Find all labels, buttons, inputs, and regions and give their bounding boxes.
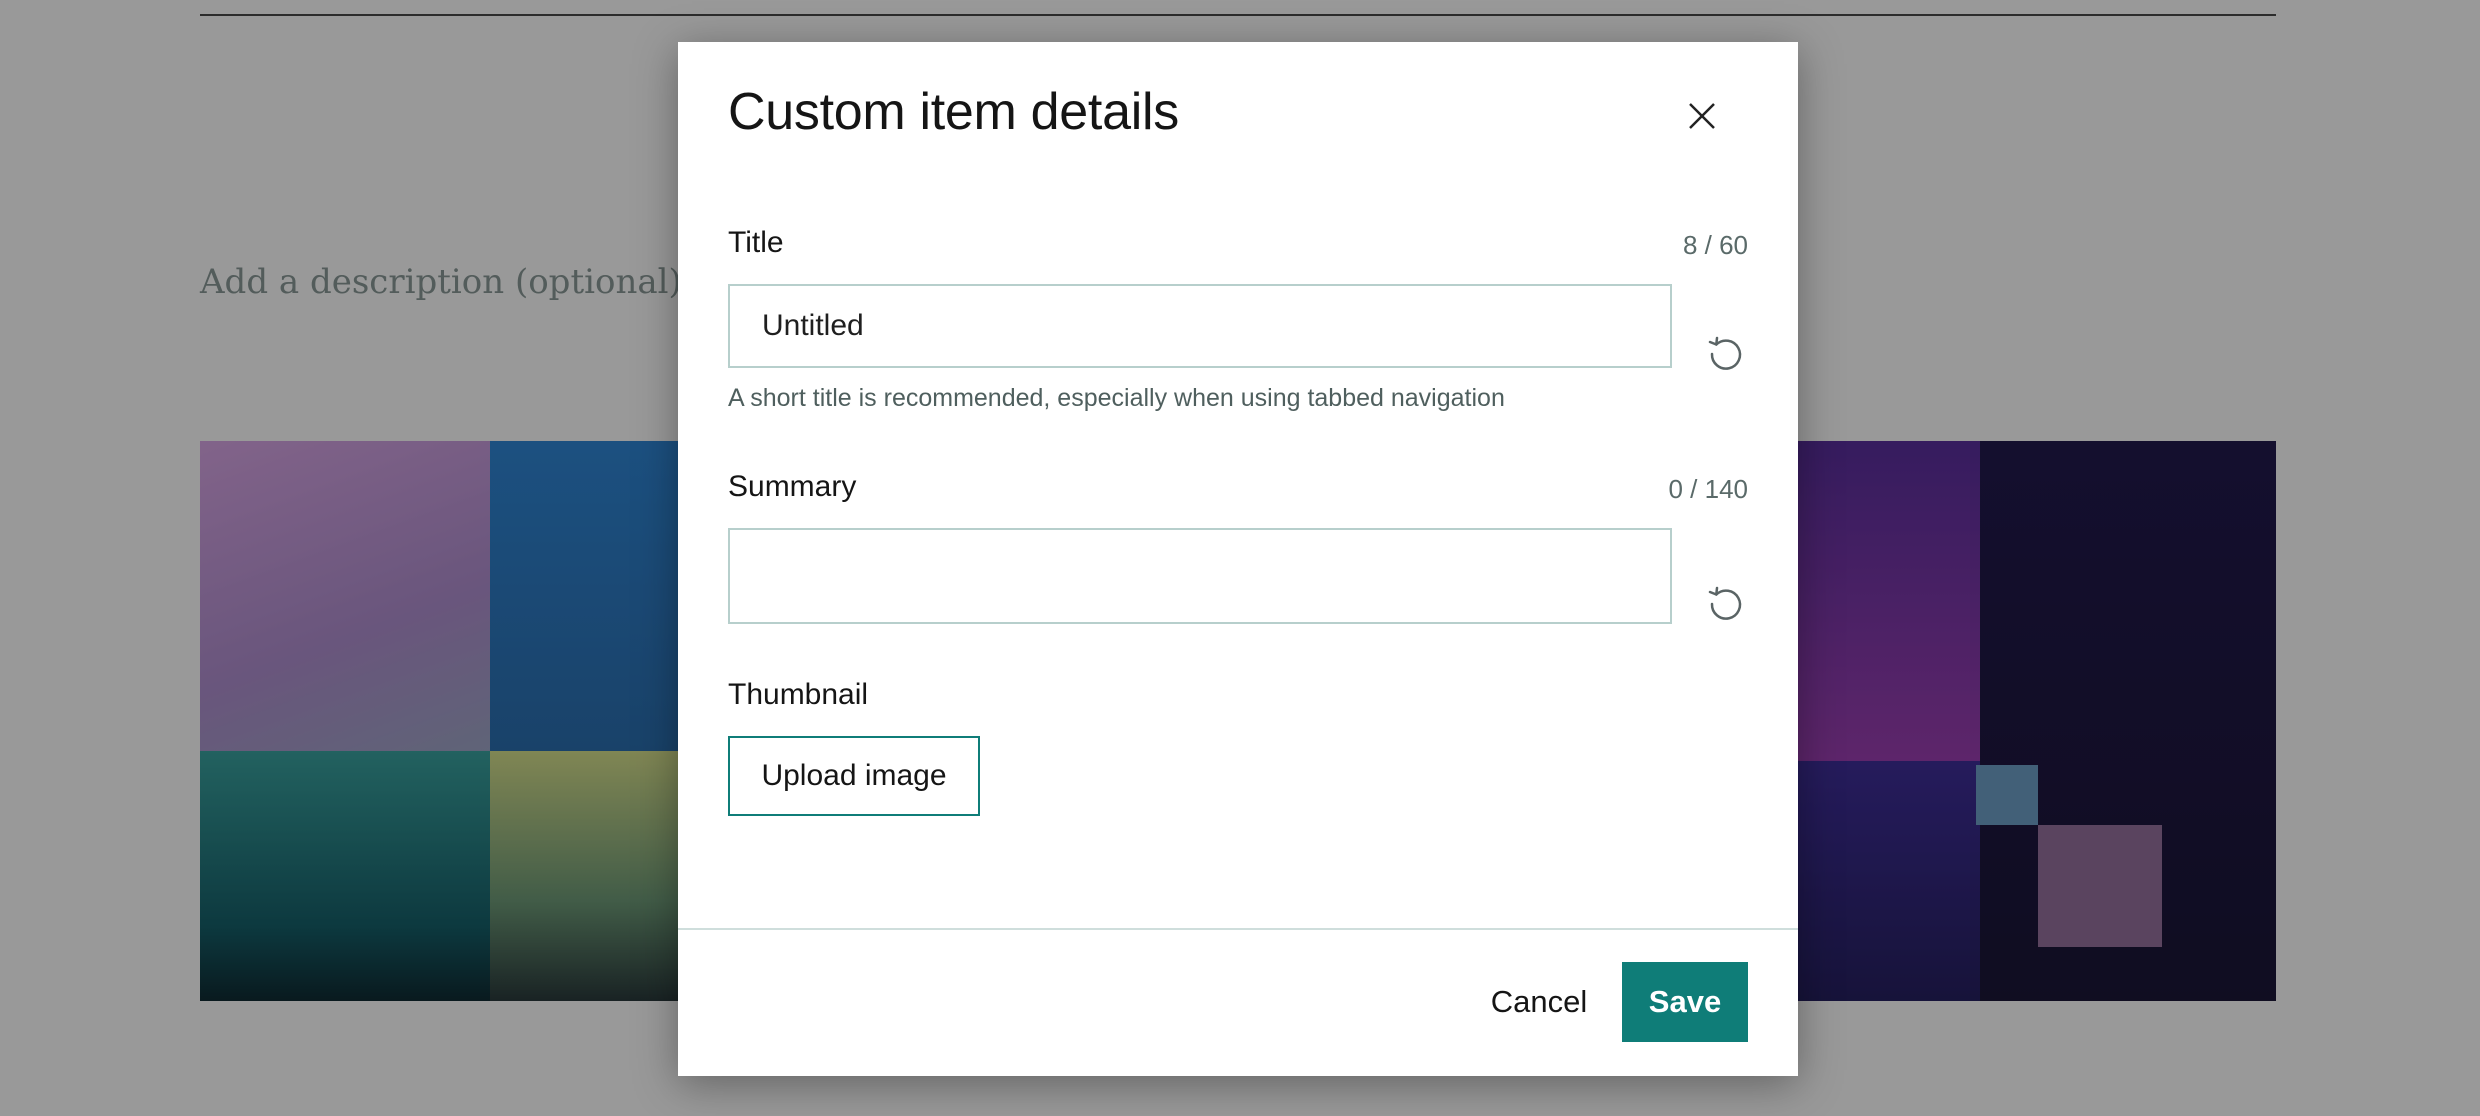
reset-icon xyxy=(1708,336,1742,370)
thumbnail-label: Thumbnail xyxy=(728,678,869,711)
footer-divider xyxy=(678,928,1798,930)
save-button[interactable]: Save xyxy=(1622,962,1748,1042)
title-char-counter: 8 / 60 xyxy=(1682,230,1748,260)
summary-char-counter: 0 / 140 xyxy=(1668,474,1748,504)
custom-item-details-dialog: Custom item details Title 8 / 60 A short… xyxy=(678,42,1798,1076)
summary-label: Summary xyxy=(728,470,857,503)
dialog-title: Custom item details xyxy=(728,83,1179,141)
summary-reset-button[interactable] xyxy=(1702,578,1750,626)
reset-icon xyxy=(1708,586,1742,620)
title-input[interactable] xyxy=(728,284,1672,368)
cancel-button[interactable]: Cancel xyxy=(1456,962,1622,1042)
summary-input[interactable] xyxy=(728,528,1672,624)
title-label: Title xyxy=(728,226,784,259)
upload-image-button[interactable]: Upload image xyxy=(728,736,980,816)
title-reset-button[interactable] xyxy=(1702,328,1750,376)
close-icon xyxy=(1689,103,1715,129)
title-hint: A short title is recommended, especially… xyxy=(728,384,1505,412)
close-button[interactable] xyxy=(1680,94,1724,138)
